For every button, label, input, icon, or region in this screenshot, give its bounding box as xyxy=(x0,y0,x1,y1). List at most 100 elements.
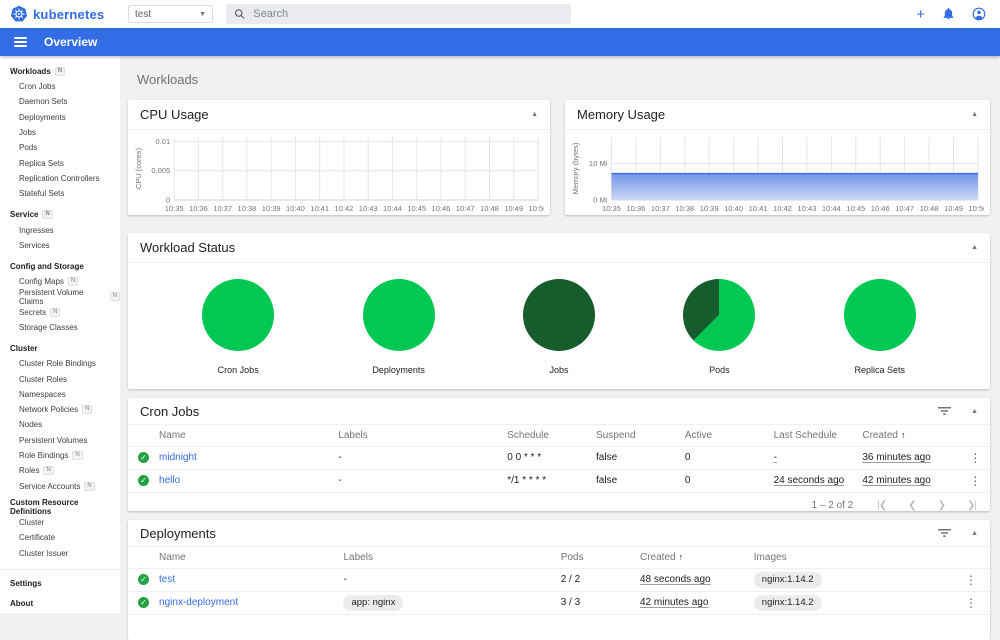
sidebar-item-nodes[interactable]: Nodes xyxy=(0,417,120,432)
sidebar-item-secrets[interactable]: SecretsN xyxy=(0,305,120,320)
svg-text:10:35: 10:35 xyxy=(602,204,621,213)
pie-chart xyxy=(523,279,595,351)
sidebar-section-cluster[interactable]: Cluster xyxy=(0,341,120,356)
sidebar-item-cluster-issuer[interactable]: Cluster Issuer xyxy=(0,545,120,560)
filter-icon[interactable] xyxy=(938,528,951,538)
sidebar-item-label: Stateful Sets xyxy=(19,189,64,198)
sidebar-section-custom-resource-definitions[interactable]: Custom Resource Definitions xyxy=(0,500,120,515)
sidebar-item-replication-controllers[interactable]: Replication Controllers xyxy=(0,171,120,186)
svg-text:10:50: 10:50 xyxy=(968,204,984,213)
collapse-icon[interactable]: ▲ xyxy=(531,111,538,118)
label-chip: nginx:1.14.2 xyxy=(754,572,822,588)
column-header-pods[interactable]: Pods xyxy=(561,547,640,568)
search-input[interactable] xyxy=(253,8,563,20)
svg-text:10:49: 10:49 xyxy=(944,204,963,213)
sidebar-item-cluster[interactable]: Cluster xyxy=(0,515,120,530)
column-header-images[interactable]: Images xyxy=(754,547,952,568)
collapse-icon[interactable]: ▲ xyxy=(971,111,978,118)
sidebar-item-jobs[interactable]: Jobs xyxy=(0,125,120,140)
chevron-down-icon: ▼ xyxy=(199,11,206,18)
resource-link[interactable]: hello xyxy=(159,475,180,486)
column-header-last-schedule[interactable]: Last Schedule xyxy=(774,425,863,446)
column-header-name[interactable]: Name xyxy=(159,425,338,446)
sidebar-item-label: Settings xyxy=(10,579,42,588)
sidebar-item-about[interactable]: About xyxy=(0,594,120,614)
column-header-schedule[interactable]: Schedule xyxy=(507,425,596,446)
kebab-menu-icon[interactable]: ⋮ xyxy=(961,451,990,465)
kubernetes-logo[interactable]: kubernetes xyxy=(0,5,118,23)
sidebar-item-settings[interactable]: Settings xyxy=(0,574,120,594)
sidebar-item-cluster-role-bindings[interactable]: Cluster Role Bindings xyxy=(0,356,120,371)
pie-chart xyxy=(363,279,435,351)
namespace-selector[interactable]: test ▼ xyxy=(128,5,213,23)
sidebar-item-ingresses[interactable]: Ingresses xyxy=(0,222,120,237)
sidebar-item-label: Secrets xyxy=(19,308,46,317)
collapse-icon[interactable]: ▲ xyxy=(971,244,978,251)
namespaced-badge: N xyxy=(55,67,65,76)
column-header-created[interactable]: Created↑ xyxy=(862,425,960,446)
column-header-label: Name xyxy=(159,430,186,441)
relative-time: 42 minutes ago xyxy=(640,597,708,608)
sidebar-item-persistent-volume-claims[interactable]: Persistent Volume ClaimsN xyxy=(0,289,120,304)
sidebar-item-namespaces[interactable]: Namespaces xyxy=(0,387,120,402)
search-bar[interactable] xyxy=(226,4,571,24)
svg-text:10:48: 10:48 xyxy=(480,204,499,213)
sidebar-item-network-policies[interactable]: Network PoliciesN xyxy=(0,402,120,417)
column-header-name[interactable]: Name xyxy=(159,547,343,568)
resource-link[interactable]: test xyxy=(159,574,175,585)
relative-time: 42 minutes ago xyxy=(862,475,930,486)
sidebar-section-service[interactable]: ServiceN xyxy=(0,207,120,222)
sidebar-item-persistent-volumes[interactable]: Persistent Volumes xyxy=(0,433,120,448)
last-page-icon[interactable]: ❯| xyxy=(967,500,976,511)
user-account-icon[interactable] xyxy=(972,7,986,21)
workload-status-header: Workload Status ▲ xyxy=(128,233,990,263)
kubernetes-helm-icon xyxy=(10,5,28,23)
collapse-icon[interactable]: ▲ xyxy=(971,408,978,415)
kebab-menu-icon[interactable]: ⋮ xyxy=(952,596,990,610)
resource-link[interactable]: midnight xyxy=(159,452,197,463)
sidebar-item-replica-sets[interactable]: Replica Sets xyxy=(0,155,120,170)
menu-icon[interactable] xyxy=(14,37,27,47)
resource-link[interactable]: nginx-deployment xyxy=(159,597,238,608)
svg-text:10:41: 10:41 xyxy=(749,204,768,213)
sidebar-item-daemon-sets[interactable]: Daemon Sets xyxy=(0,94,120,109)
sidebar-item-services[interactable]: Services xyxy=(0,238,120,253)
column-header-suspend[interactable]: Suspend xyxy=(596,425,685,446)
main-content: Workloads CPU Usage ▲ 10:3510:3610:3710:… xyxy=(120,56,1000,613)
sidebar-item-label: Persistent Volumes xyxy=(19,436,87,445)
sidebar-section-config-and-storage[interactable]: Config and Storage xyxy=(0,259,120,274)
sidebar-item-role-bindings[interactable]: Role BindingsN xyxy=(0,448,120,463)
brand-wordmark: kubernetes xyxy=(33,7,104,22)
column-header-labels[interactable]: Labels xyxy=(338,425,507,446)
namespace-value: test xyxy=(135,9,151,20)
previous-page-icon[interactable]: ❮ xyxy=(908,500,915,511)
column-header-labels[interactable]: Labels xyxy=(343,547,560,568)
column-header-created[interactable]: Created↑ xyxy=(640,547,754,568)
sidebar-item-cluster-roles[interactable]: Cluster Roles xyxy=(0,371,120,386)
sidebar-item-cron-jobs[interactable]: Cron Jobs xyxy=(0,79,120,94)
sidebar-item-stateful-sets[interactable]: Stateful Sets xyxy=(0,186,120,201)
sidebar-item-service-accounts[interactable]: Service AccountsN xyxy=(0,479,120,494)
workload-pie-pods: Pods xyxy=(659,279,779,375)
create-resource-icon[interactable]: + xyxy=(916,7,925,22)
sidebar-item-label: Config Maps xyxy=(19,277,64,286)
sidebar-item-certificate[interactable]: Certificate xyxy=(0,530,120,545)
sidebar-item-storage-classes[interactable]: Storage Classes xyxy=(0,320,120,335)
sidebar-item-deployments[interactable]: Deployments xyxy=(0,110,120,125)
kebab-menu-icon[interactable]: ⋮ xyxy=(952,573,990,587)
next-page-icon[interactable]: ❯ xyxy=(938,500,945,511)
column-header-label: Images xyxy=(754,552,787,563)
workload-status-title: Workload Status xyxy=(140,240,235,255)
column-header-active[interactable]: Active xyxy=(685,425,774,446)
collapse-icon[interactable]: ▲ xyxy=(971,530,978,537)
filter-icon[interactable] xyxy=(938,406,951,416)
sidebar-section-workloads[interactable]: WorkloadsN xyxy=(0,64,120,79)
notifications-bell-icon[interactable] xyxy=(942,7,955,21)
sidebar-item-pods[interactable]: Pods xyxy=(0,140,120,155)
svg-text:10:44: 10:44 xyxy=(822,204,841,213)
first-page-icon[interactable]: |❮ xyxy=(877,500,886,511)
table-row: ✓nginx-deploymentapp: nginx3 / 342 minut… xyxy=(128,591,990,614)
sidebar-item-roles[interactable]: RolesN xyxy=(0,463,120,478)
namespaced-badge: N xyxy=(110,292,120,301)
kebab-menu-icon[interactable]: ⋮ xyxy=(961,474,990,488)
